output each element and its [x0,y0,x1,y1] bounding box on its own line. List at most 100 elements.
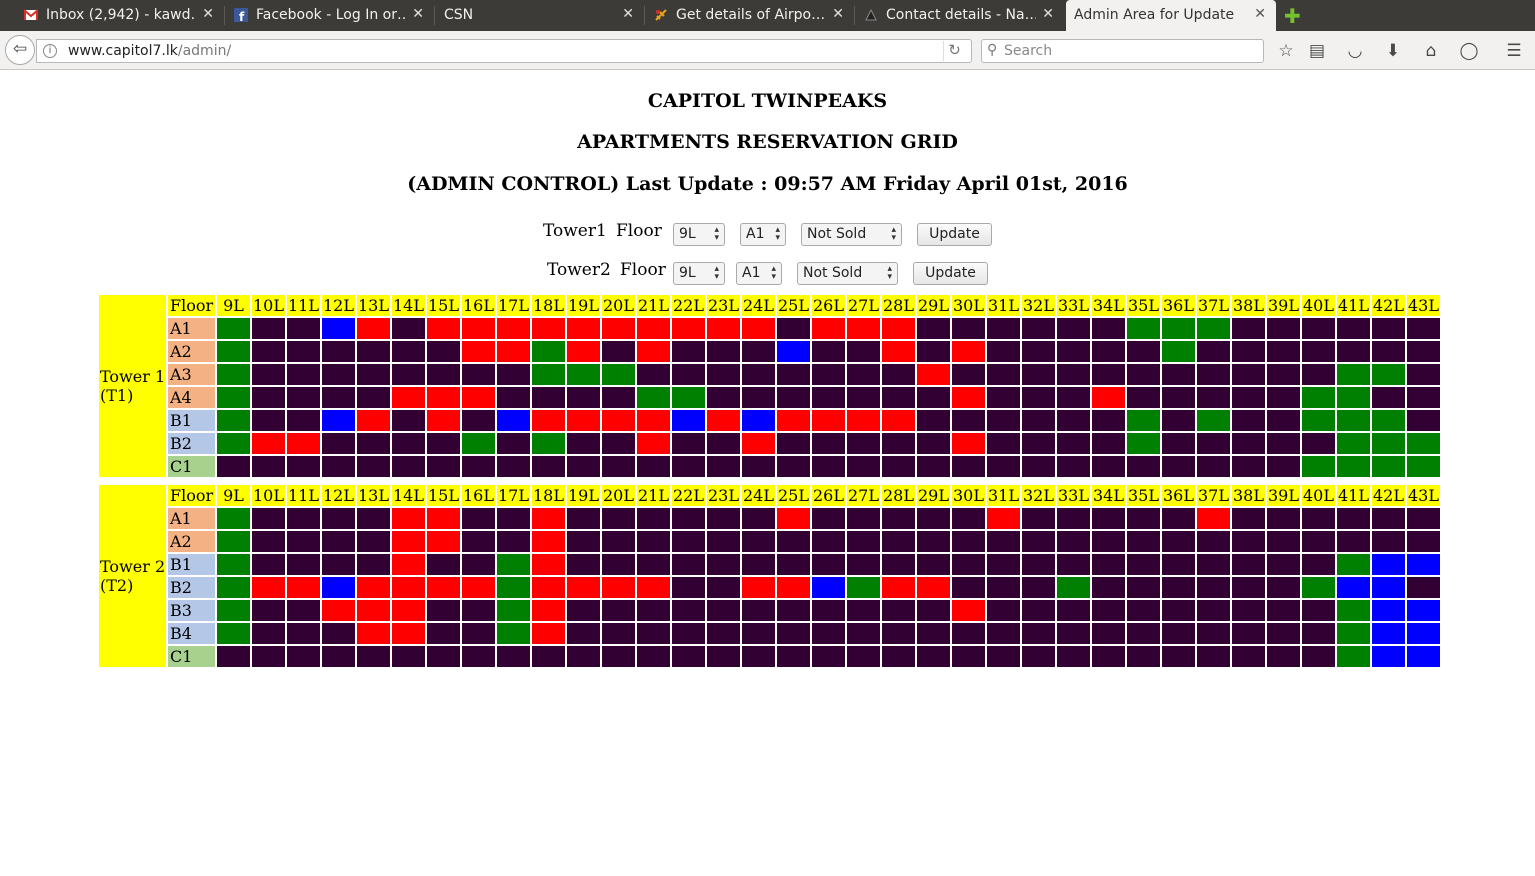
reader-list-icon[interactable]: ▤ [1306,40,1328,62]
close-icon[interactable]: ✕ [1042,6,1054,22]
home-icon[interactable]: ⌂ [1420,40,1442,62]
apartment-status-cell [672,531,705,552]
info-icon[interactable]: i [43,44,57,58]
apartment-status-cell [462,623,495,644]
apartment-status-cell [1232,646,1265,667]
apartment-status-cell [917,577,950,598]
apartment-status-cell [812,433,845,454]
apartment-status-cell [1267,387,1300,408]
floor-header-cell: 12L [322,485,355,506]
unit-label: B2 [168,577,215,598]
apartment-status-cell [1267,341,1300,362]
update-button[interactable]: Update [913,262,988,285]
search-bar[interactable]: ⚲ [981,39,1264,63]
tab-gmail[interactable]: Inbox (2,942) - kawd… ✕ [14,0,224,31]
apartment-status-cell [1302,646,1335,667]
unit-label: B4 [168,623,215,644]
apartment-status-cell [1022,623,1055,644]
url-path: /admin/ [177,43,232,59]
apartment-status-cell [1267,554,1300,575]
apartment-status-cell [882,456,915,477]
apartment-status-cell [567,387,600,408]
spinner-arrows-icon: ▴ ▾ [714,264,719,282]
tab-admin-area[interactable]: Admin Area for Update ✕ [1066,0,1276,31]
apartment-status-cell [322,410,355,431]
close-icon[interactable]: ✕ [622,6,634,22]
status-select[interactable]: Not Sold ▴ ▾ [801,223,902,246]
floor-header-cell: 16L [462,485,495,506]
apartment-status-cell [952,508,985,529]
tab-airport[interactable]: Get details of Airpo… ✕ [644,0,854,31]
apartment-status-cell [1197,341,1230,362]
apartment-status-cell [497,577,530,598]
apartment-status-cell [1092,410,1125,431]
reload-icon[interactable]: ↻ [943,41,965,61]
apartment-status-cell [987,410,1020,431]
apartment-status-cell [672,623,705,644]
unit-select[interactable]: A1 ▴ ▾ [736,262,782,285]
download-icon[interactable]: ⬇ [1382,40,1404,62]
floor-select[interactable]: 9L ▴ ▾ [673,262,725,285]
apartment-status-cell [322,433,355,454]
url-bar[interactable]: i www.capitol7.lk/admin/ ↻ [36,39,972,63]
status-select[interactable]: Not Sold ▴ ▾ [797,262,898,285]
floor-select[interactable]: 9L ▴ ▾ [673,223,725,246]
apartment-status-cell [1022,364,1055,385]
apartment-status-cell [217,577,250,598]
new-tab-plus-icon[interactable]: ✚ [1284,4,1301,28]
last-update-line: (ADMIN CONTROL) Last Update : 09:57 AM F… [407,173,1128,195]
apartment-status-cell [1232,318,1265,339]
apartment-status-cell [1407,531,1440,552]
apartment-status-cell [1057,318,1090,339]
apartment-status-cell [287,456,320,477]
floor-header-cell: 40L [1302,485,1335,506]
back-arrow-icon[interactable]: ⇦ [5,35,35,65]
apartment-status-cell [1197,600,1230,621]
apartment-status-cell [602,387,635,408]
apartment-status-cell [567,456,600,477]
apartment-status-cell [882,508,915,529]
tab-facebook[interactable]: f Facebook - Log In or… ✕ [224,0,434,31]
search-input[interactable] [1004,41,1254,61]
url-text[interactable]: www.capitol7.lk/admin/ [68,43,231,59]
apartment-status-cell [777,508,810,529]
apartment-status-cell [252,531,285,552]
menu-icon[interactable]: ☰ [1503,40,1525,62]
apartment-status-cell [1127,433,1160,454]
apartment-status-cell [1162,456,1195,477]
bookmark-star-icon[interactable]: ☆ [1275,40,1297,62]
tower-code: (T1) [100,386,134,405]
apartment-status-cell [357,646,390,667]
close-icon[interactable]: ✕ [202,6,214,22]
apartment-status-cell [357,410,390,431]
apartment-status-cell [1337,554,1370,575]
apartment-status-cell [1057,646,1090,667]
pocket-icon[interactable]: ◡ [1344,40,1366,62]
floor-header-cell: 11L [287,295,320,316]
apartment-status-cell [707,387,740,408]
apartment-status-cell [882,646,915,667]
unit-label: A3 [168,364,215,385]
chat-icon[interactable]: ◯ [1458,40,1480,62]
update-button[interactable]: Update [917,223,992,246]
apartment-status-cell [952,456,985,477]
apartment-status-cell [1302,341,1335,362]
floor-header-cell: 10L [252,485,285,506]
unit-select[interactable]: A1 ▴ ▾ [740,223,786,246]
apartment-status-cell [532,318,565,339]
apartment-status-cell [987,531,1020,552]
tab-csn[interactable]: CSN ✕ [434,0,644,31]
apartment-status-cell [602,623,635,644]
apartment-status-cell [1092,600,1125,621]
close-icon[interactable]: ✕ [832,6,844,22]
apartment-status-cell [1337,577,1370,598]
close-icon[interactable]: ✕ [412,6,424,22]
apartment-status-cell [1127,600,1160,621]
apartment-status-cell [1092,554,1125,575]
floor-header-cell: 15L [427,485,460,506]
close-icon[interactable]: ✕ [1254,6,1266,22]
apartment-status-cell [1407,387,1440,408]
tab-contact[interactable]: Contact details - Na… ✕ [854,0,1064,31]
apartment-status-cell [707,318,740,339]
apartment-status-cell [952,364,985,385]
